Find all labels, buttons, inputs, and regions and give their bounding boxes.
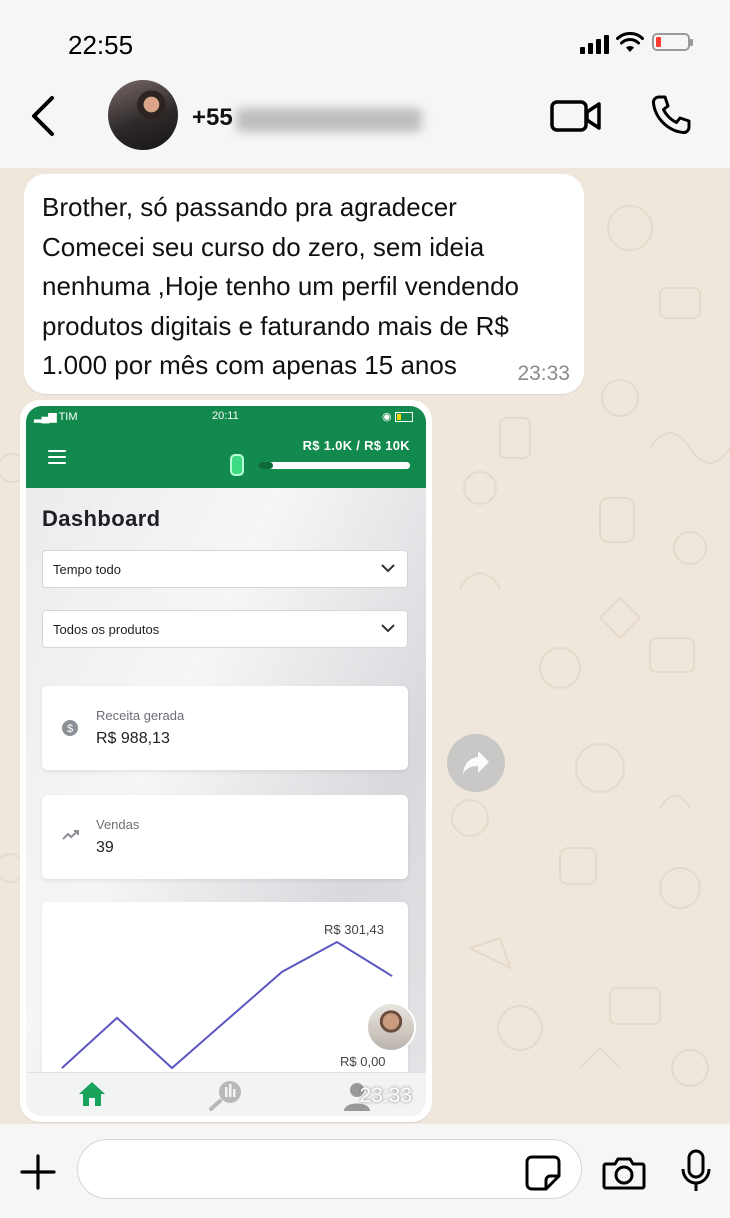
product-select-label: Todos os produtos — [53, 622, 160, 637]
wifi-icon — [616, 32, 644, 52]
home-icon[interactable] — [78, 1081, 106, 1107]
sticker-icon[interactable] — [524, 1154, 562, 1192]
blurred-number — [236, 108, 422, 132]
chart-point — [171, 1067, 173, 1069]
chevron-down-icon — [381, 624, 395, 633]
mini-time: 20:11 — [212, 410, 239, 422]
chart-max-label: R$ 301,43 — [324, 922, 384, 937]
revenue-value: R$ 988,13 — [96, 730, 170, 747]
sales-value: 39 — [96, 839, 114, 856]
gem-icon — [230, 454, 244, 476]
image-message[interactable]: ▂▄▆ TIM 20:11 ◉ R$ 1.0K / R$ 10K Dashboa… — [20, 400, 432, 1122]
product-select[interactable]: Todos os produtos — [42, 610, 408, 648]
mini-carrier: ▂▄▆ TIM — [34, 411, 78, 423]
mic-icon[interactable] — [680, 1149, 712, 1193]
message-time: 23:33 — [517, 362, 570, 385]
analytics-icon[interactable] — [208, 1079, 244, 1111]
forward-button[interactable] — [447, 734, 505, 792]
dashboard-screenshot[interactable]: ▂▄▆ TIM 20:11 ◉ R$ 1.0K / R$ 10K Dashboa… — [26, 406, 426, 1116]
mini-battery-icon: ◉ — [382, 410, 413, 423]
message-input[interactable] — [98, 1154, 522, 1186]
floating-avatar[interactable] — [366, 1002, 416, 1052]
sales-card: Vendas 39 — [42, 795, 408, 879]
revenue-caption: Receita gerada — [96, 708, 185, 723]
video-call-icon[interactable] — [550, 98, 602, 134]
back-icon[interactable] — [26, 94, 60, 138]
chart-point — [226, 1019, 228, 1021]
forward-icon — [463, 751, 489, 774]
dollar-icon: $ — [62, 720, 78, 736]
chat-area[interactable]: Brother, só passando pra agradecer Comec… — [0, 168, 730, 1124]
dashboard-title: Dashboard — [42, 506, 161, 531]
battery-icon — [652, 33, 693, 51]
incoming-message[interactable]: Brother, só passando pra agradecer Comec… — [24, 174, 584, 394]
trending-up-icon — [62, 830, 79, 840]
chart-min-label: R$ 0,00 — [340, 1054, 386, 1069]
contact-name[interactable]: +55 — [192, 104, 233, 132]
status-time: 22:55 — [68, 30, 134, 60]
svg-text:$: $ — [67, 723, 73, 735]
period-select[interactable]: Tempo todo — [42, 550, 408, 588]
goal-progress — [258, 462, 410, 469]
chart-point — [281, 971, 283, 973]
status-bar: 22:55 — [0, 0, 730, 80]
revenue-card: $ Receita gerada R$ 988,13 — [42, 686, 408, 770]
camera-icon[interactable] — [602, 1156, 646, 1190]
signal-icon — [580, 34, 610, 54]
input-bar — [0, 1124, 730, 1218]
menu-icon[interactable] — [48, 450, 66, 468]
plus-icon[interactable] — [20, 1154, 56, 1190]
chevron-down-icon — [381, 564, 395, 573]
revenue-chart: R$ 301,43 R$ 0,00 — [42, 902, 408, 1092]
chat-header: +55 — [0, 80, 730, 168]
app-header: ▂▄▆ TIM 20:11 ◉ R$ 1.0K / R$ 10K — [26, 406, 426, 488]
phone-call-icon[interactable] — [650, 94, 692, 136]
chart-point — [336, 941, 338, 943]
chart-point — [116, 1017, 118, 1019]
period-select-label: Tempo todo — [53, 562, 121, 577]
image-time: 23:33 — [359, 1084, 412, 1107]
message-text: Brother, só passando pra agradecer Comec… — [42, 192, 519, 380]
sales-caption: Vendas — [96, 817, 140, 832]
message-input-wrapper[interactable] — [77, 1139, 582, 1199]
contact-avatar[interactable] — [108, 80, 178, 150]
goal-text: R$ 1.0K / R$ 10K — [302, 438, 410, 453]
chart-series-line — [61, 940, 393, 1070]
chart-point — [391, 975, 393, 977]
chart-point — [61, 1067, 63, 1069]
